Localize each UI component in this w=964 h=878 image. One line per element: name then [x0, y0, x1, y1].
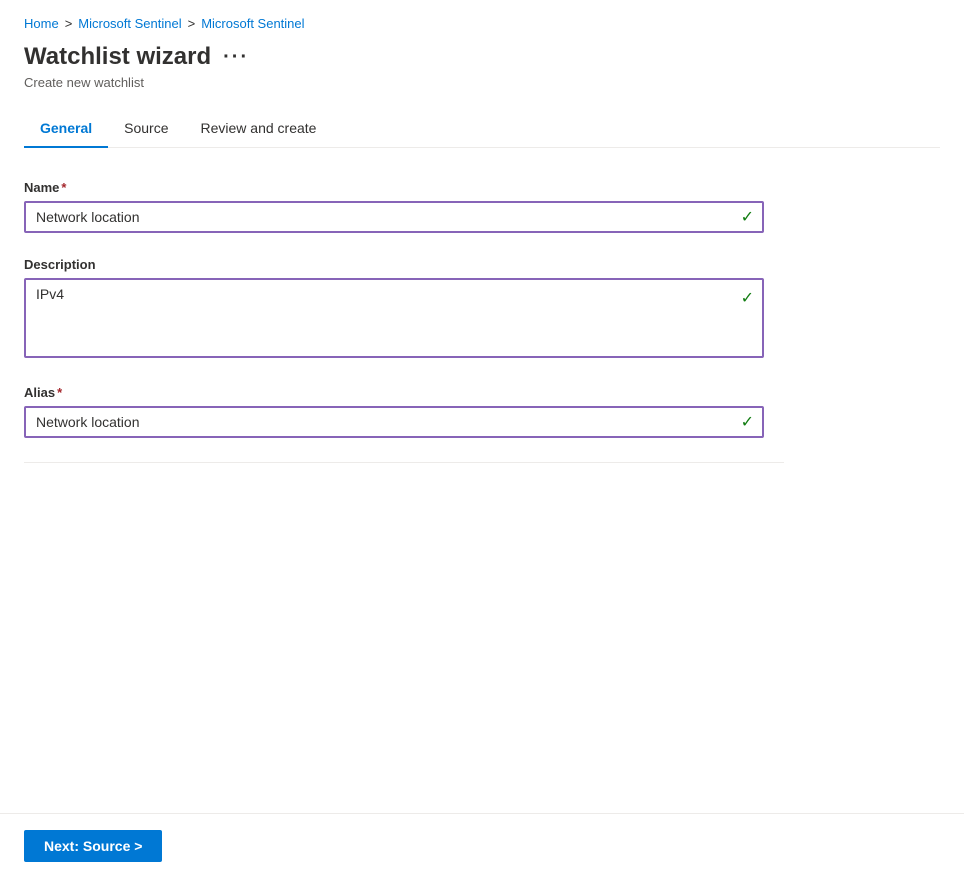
- breadcrumb-home[interactable]: Home: [24, 16, 59, 31]
- name-required-star: *: [61, 180, 66, 195]
- form-divider: [24, 462, 784, 463]
- next-source-button[interactable]: Next: Source >: [24, 830, 162, 862]
- alias-input[interactable]: [24, 406, 764, 438]
- more-options-button[interactable]: ···: [223, 46, 249, 69]
- page-header: Watchlist wizard ···: [24, 43, 940, 71]
- form-container: Name* ✓ Description IPv4 ✓ Alias* ✓: [24, 148, 784, 503]
- description-label: Description: [24, 257, 784, 272]
- breadcrumb-sentinel-1[interactable]: Microsoft Sentinel: [78, 16, 181, 31]
- tab-source[interactable]: Source: [108, 110, 184, 148]
- name-input[interactable]: [24, 201, 764, 233]
- alias-required-star: *: [57, 385, 62, 400]
- alias-label: Alias*: [24, 385, 784, 400]
- description-textarea[interactable]: IPv4: [24, 278, 764, 358]
- breadcrumb: Home > Microsoft Sentinel > Microsoft Se…: [24, 16, 940, 31]
- alias-form-group: Alias* ✓: [24, 385, 784, 438]
- page-subtitle: Create new watchlist: [24, 75, 940, 90]
- description-textarea-wrapper: IPv4 ✓: [24, 278, 764, 361]
- alias-input-wrapper: ✓: [24, 406, 764, 438]
- bottom-bar: Next: Source >: [0, 813, 964, 878]
- breadcrumb-sep-2: >: [188, 16, 196, 31]
- tab-review-and-create[interactable]: Review and create: [185, 110, 333, 148]
- name-input-wrapper: ✓: [24, 201, 764, 233]
- description-form-group: Description IPv4 ✓: [24, 257, 784, 361]
- breadcrumb-sentinel-2[interactable]: Microsoft Sentinel: [201, 16, 304, 31]
- name-label: Name*: [24, 180, 784, 195]
- name-form-group: Name* ✓: [24, 180, 784, 233]
- page-title: Watchlist wizard: [24, 43, 211, 71]
- tab-general[interactable]: General: [24, 110, 108, 148]
- breadcrumb-sep-1: >: [65, 16, 73, 31]
- tab-navigation: General Source Review and create: [24, 110, 940, 148]
